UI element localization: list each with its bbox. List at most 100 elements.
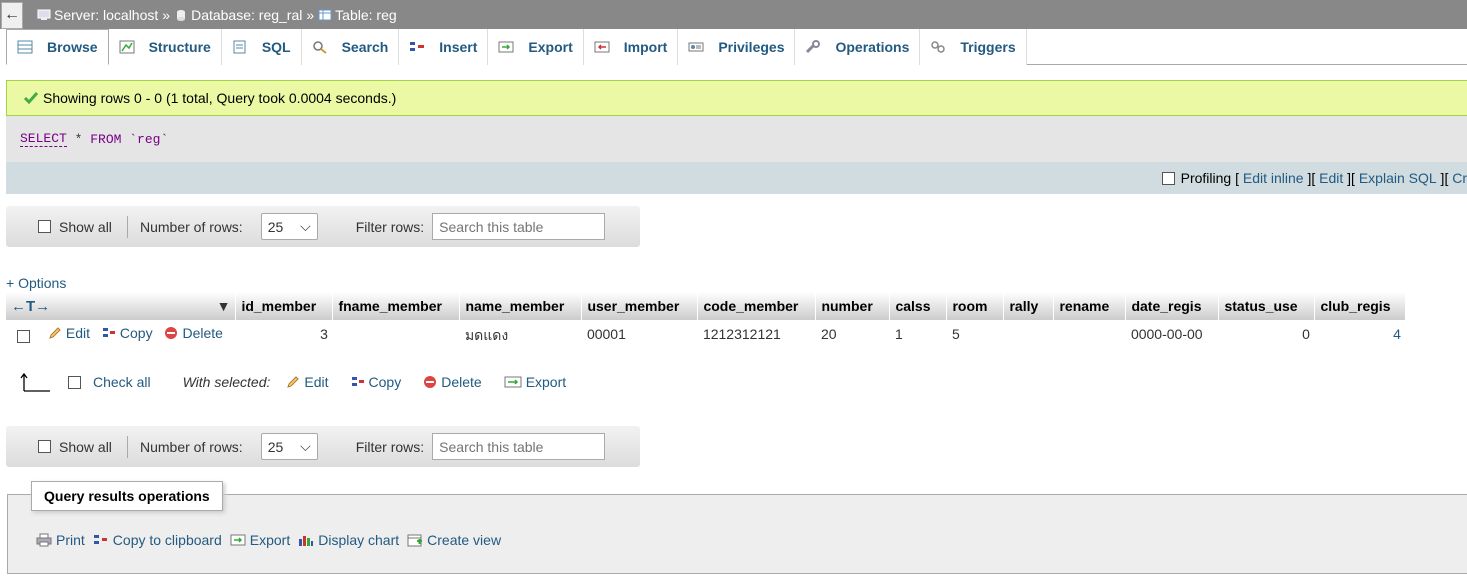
column-header[interactable]: rename	[1053, 292, 1127, 320]
copy-icon	[102, 327, 115, 337]
rows-per-page-select[interactable]: 25 ⌵	[260, 433, 318, 460]
rows-per-page-select[interactable]: 25 ⌵	[260, 213, 318, 240]
bar-chart-icon	[299, 536, 314, 546]
row-delete-button[interactable]: Delete	[164, 325, 223, 341]
cell-id-member[interactable]: 3	[235, 320, 333, 349]
selected-delete-button[interactable]: Delete	[423, 374, 482, 390]
tab-sql[interactable]: SQL	[221, 29, 302, 65]
column-header[interactable]: calss	[889, 292, 948, 320]
column-header[interactable]: status_use	[1218, 292, 1316, 320]
column-header[interactable]: date_regis	[1125, 292, 1220, 320]
selected-copy-button[interactable]: Copy	[351, 374, 401, 390]
insert-icon	[410, 42, 425, 51]
tab-search[interactable]: Search	[301, 29, 400, 65]
tab-structure[interactable]: Structure	[108, 29, 222, 65]
explain-sql-link[interactable]: Explain SQL	[1359, 170, 1437, 186]
row-edit-button[interactable]: Edit	[48, 325, 90, 341]
tab-browse[interactable]: Browse	[6, 29, 109, 65]
copy-to-clipboard-link[interactable]: Copy to clipboard	[93, 532, 222, 548]
show-all-checkbox[interactable]	[38, 220, 51, 233]
filter-rows-input[interactable]	[432, 213, 606, 240]
table-row: Edit Copy Delete 3 มดแดง 00001 121231212…	[6, 320, 1406, 349]
profiling-checkbox[interactable]	[1161, 171, 1175, 185]
tab-insert[interactable]: Insert	[399, 29, 489, 65]
column-header[interactable]: rally	[1003, 292, 1055, 320]
cell-rally[interactable]	[1003, 320, 1054, 349]
column-header[interactable]: code_member	[697, 292, 817, 320]
display-chart-link[interactable]: Display chart	[298, 532, 399, 548]
navigation-panel-top: Show all Number of rows: 25 ⌵ Filter row…	[6, 206, 640, 247]
tab-triggers[interactable]: Triggers	[920, 29, 1027, 65]
cell-rename[interactable]	[1053, 320, 1126, 349]
edit-sql-link[interactable]: Edit	[1319, 170, 1343, 186]
cell-calss[interactable]: 1	[889, 320, 947, 349]
delete-icon	[424, 376, 437, 388]
check-all-link[interactable]: Check all	[93, 374, 151, 390]
sql-query-display: SELECT * FROM `reg`	[6, 116, 1467, 162]
export-link[interactable]: Export	[230, 532, 290, 548]
structure-icon	[119, 40, 135, 54]
breadcrumb-database[interactable]: Database: reg_ral	[174, 7, 302, 23]
sql-actions-bar: Profiling [ Edit inline ] [ Edit ] [ Exp…	[6, 162, 1467, 194]
row-checkbox[interactable]	[17, 329, 30, 343]
back-arrow-icon[interactable]: ←	[1, 1, 23, 29]
cell-number[interactable]: 20	[815, 320, 890, 349]
copy-icon	[351, 377, 364, 386]
navigation-panel-bottom: Show all Number of rows: 25 ⌵ Filter row…	[6, 426, 640, 467]
selected-edit-button[interactable]: Edit	[286, 374, 329, 390]
column-header[interactable]: name_member	[459, 292, 583, 320]
show-all-toggle[interactable]: Show all	[6, 215, 128, 238]
privileges-icon	[688, 42, 704, 52]
cell-club-regis[interactable]: 4	[1314, 320, 1406, 349]
wrench-icon	[806, 40, 821, 54]
sql-keyword-select[interactable]: SELECT	[20, 131, 67, 147]
create-php-link[interactable]: Cr	[1452, 170, 1467, 186]
server-icon	[37, 9, 51, 20]
cell-date-regis[interactable]: 0000-00-00	[1125, 320, 1219, 349]
tab-export[interactable]: Export	[488, 29, 584, 65]
edit-inline-link[interactable]: Edit inline	[1243, 170, 1304, 186]
options-link[interactable]: + Options	[6, 275, 66, 291]
column-arrows-icon[interactable]: ←T→	[11, 298, 50, 315]
cell-status-use[interactable]: 0	[1218, 320, 1315, 349]
browse-icon	[17, 40, 33, 54]
printer-icon	[36, 533, 52, 547]
create-view-link[interactable]: Create view	[407, 532, 501, 548]
cell-code-member[interactable]: 1212312121	[697, 320, 816, 349]
show-all-toggle[interactable]: Show all	[6, 435, 128, 458]
sort-dropdown-icon[interactable]: ▼	[217, 298, 231, 314]
cell-room[interactable]: 5	[946, 320, 1004, 349]
selected-export-button[interactable]: Export	[504, 374, 566, 390]
arrow-up-left-icon	[20, 372, 50, 392]
row-copy-button[interactable]: Copy	[102, 325, 153, 341]
tab-import[interactable]: Import	[583, 29, 679, 65]
column-header[interactable]: number	[815, 292, 891, 320]
breadcrumb-table[interactable]: Table: reg	[318, 7, 397, 23]
query-results-operations-links: Print Copy to clipboard Export Display c…	[36, 532, 509, 548]
delete-icon	[165, 326, 178, 339]
column-header[interactable]: id_member	[235, 292, 334, 320]
print-link[interactable]: Print	[36, 532, 85, 548]
sql-icon	[233, 40, 246, 54]
create-view-icon	[407, 534, 423, 547]
search-icon	[312, 41, 327, 54]
cell-fname-member[interactable]	[332, 320, 460, 349]
breadcrumb-server[interactable]: Server: localhost	[37, 7, 158, 23]
column-header[interactable]: club_regis	[1314, 292, 1407, 320]
cell-name-member[interactable]: มดแดง	[459, 320, 582, 349]
column-header[interactable]: fname_member	[332, 292, 461, 320]
tab-privileges[interactable]: Privileges	[678, 29, 796, 65]
check-all-checkbox[interactable]	[68, 375, 81, 389]
with-selected-bar: Check all With selected: Edit Copy Delet…	[20, 371, 574, 393]
tab-bar: Browse Structure SQL Search Insert Expor…	[6, 29, 1467, 65]
import-icon	[594, 41, 610, 53]
chevron-down-icon: ⌵	[300, 218, 311, 234]
show-all-checkbox[interactable]	[38, 440, 51, 453]
column-header[interactable]: room	[946, 292, 1005, 320]
cell-user-member[interactable]: 00001	[581, 320, 698, 349]
table-icon	[318, 9, 332, 20]
column-header[interactable]: user_member	[581, 292, 699, 320]
filter-rows-input[interactable]	[432, 433, 606, 460]
tab-operations[interactable]: Operations	[795, 29, 921, 65]
pencil-icon	[49, 327, 61, 339]
